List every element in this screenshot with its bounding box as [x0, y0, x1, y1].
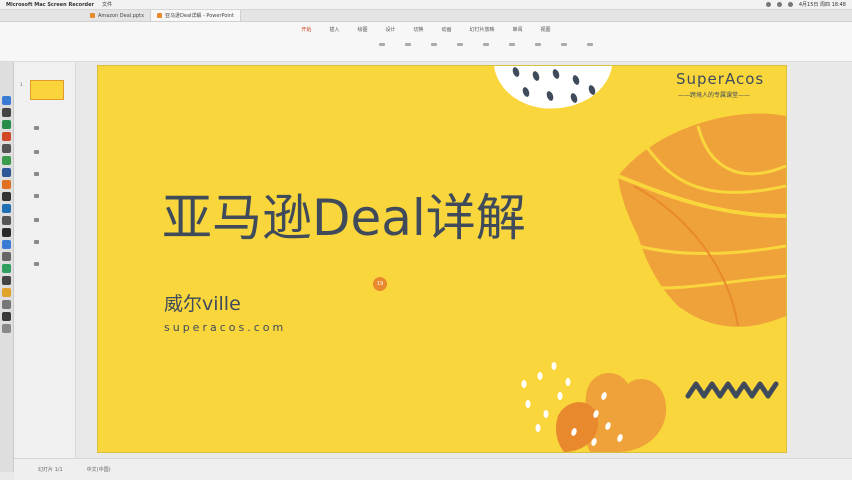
app-icon[interactable] [2, 240, 11, 249]
ribbon-tools [0, 43, 852, 46]
layout-button[interactable] [405, 43, 411, 46]
status-icons: 4月15日 周四 18:48 [765, 1, 852, 8]
finder-icon[interactable] [2, 96, 11, 105]
app-icon[interactable] [2, 120, 11, 129]
brand-name: SuperAcos [676, 70, 765, 88]
slide-url[interactable]: superacos.com [164, 321, 286, 334]
chrome-icon[interactable] [2, 156, 11, 165]
language-indicator[interactable]: 中文(中国) [87, 466, 111, 473]
battery-icon[interactable] [776, 2, 782, 7]
app-icon[interactable] [2, 180, 11, 189]
powerpoint-icon[interactable] [2, 132, 11, 141]
tab-label: Amazon Deal.pptx [98, 12, 145, 19]
paragraph-button[interactable] [483, 43, 489, 46]
app-dock [0, 62, 14, 472]
brand-tagline: ——跨境人的专属课堂—— [678, 92, 751, 99]
cursor-indicator: 19 [373, 277, 387, 291]
wifi-icon[interactable] [765, 2, 771, 7]
bold-button[interactable] [457, 43, 463, 46]
ribbon-tab-review[interactable]: 审阅 [513, 26, 523, 33]
app-icon[interactable] [2, 204, 11, 213]
ribbon-tab-home[interactable]: 开始 [301, 26, 311, 33]
slide-author[interactable]: 威尔ville [164, 289, 241, 316]
slide-info: 幻灯片 1/1 [38, 467, 63, 473]
panel-control[interactable] [34, 262, 39, 266]
app-icon[interactable] [2, 144, 11, 153]
ribbon-tab-slideshow[interactable]: 幻灯片放映 [470, 26, 495, 33]
panel-control[interactable] [34, 218, 39, 222]
trash-icon[interactable] [2, 324, 11, 333]
tab-presentation[interactable]: 亚马逊Deal详解 - PowerPoint [151, 10, 241, 21]
panel-control[interactable] [34, 172, 39, 176]
ribbon-tab-animations[interactable]: 动画 [442, 26, 452, 33]
status-bar: 幻灯片 1/1 中文(中国) [14, 458, 852, 480]
thumbnail-number: 1 [20, 82, 23, 87]
tab-file[interactable]: Amazon Deal.pptx [84, 10, 152, 21]
ribbon-tab-view[interactable]: 视图 [541, 26, 551, 33]
app-icon[interactable] [2, 300, 11, 309]
panel-control[interactable] [34, 126, 39, 130]
search-icon[interactable] [787, 2, 793, 7]
ribbon-toolbar: 开始 插入 绘图 设计 切换 动画 幻灯片放映 审阅 视图 [0, 22, 852, 62]
shapes-button[interactable] [509, 43, 515, 46]
slide-thumbnail[interactable] [30, 80, 64, 100]
app-icon[interactable] [2, 168, 11, 177]
ribbon-menus: 开始 插入 绘图 设计 切换 动画 幻灯片放映 审阅 视图 [0, 22, 852, 33]
cursor-label: 19 [376, 281, 384, 287]
arrange-button[interactable] [535, 43, 541, 46]
slide-canvas[interactable]: SuperAcos ——跨境人的专属课堂—— 亚马逊Deal详解 威尔ville… [98, 66, 786, 452]
ribbon-tab-design[interactable]: 设计 [385, 26, 395, 33]
font-button[interactable] [431, 43, 437, 46]
panel-control[interactable] [34, 194, 39, 198]
new-slide-button[interactable] [379, 43, 385, 46]
tab-bar: Amazon Deal.pptx 亚马逊Deal详解 - PowerPoint [0, 10, 852, 22]
slide-title[interactable]: 亚马逊Deal详解 [162, 178, 526, 250]
document-icon [90, 13, 95, 18]
powerpoint-icon [157, 13, 163, 18]
menu-bar: Microsoft Mac Screen Recorder 文件 4月15日 周… [0, 0, 852, 10]
slide-decoration [494, 66, 786, 452]
app-icon[interactable] [2, 276, 11, 285]
menu-file[interactable]: 文件 [102, 1, 112, 8]
app-name[interactable]: Microsoft Mac Screen Recorder [6, 2, 94, 8]
clock[interactable]: 4月15日 周四 18:48 [799, 1, 846, 8]
app-icon[interactable] [2, 264, 11, 273]
ribbon-tab-draw[interactable]: 绘图 [357, 26, 367, 33]
styles-button[interactable] [561, 43, 567, 46]
monstera-leaf [617, 113, 786, 327]
app-icon[interactable] [2, 192, 11, 201]
app-icon[interactable] [2, 252, 11, 261]
panel-control[interactable] [34, 240, 39, 244]
app-icon[interactable] [2, 288, 11, 297]
designer-button[interactable] [587, 43, 593, 46]
tab-label: 亚马逊Deal详解 - PowerPoint [165, 13, 234, 19]
app-icon[interactable] [2, 228, 11, 237]
panel-control[interactable] [34, 150, 39, 154]
app-icon[interactable] [2, 108, 11, 117]
app-icon[interactable] [2, 216, 11, 225]
ribbon-tab-insert[interactable]: 插入 [329, 26, 339, 33]
ribbon-tab-transitions[interactable]: 切换 [413, 26, 423, 33]
app-icon[interactable] [2, 312, 11, 321]
slide-thumbnails-panel: 1 [14, 62, 76, 460]
zigzag-line [685, 381, 779, 399]
